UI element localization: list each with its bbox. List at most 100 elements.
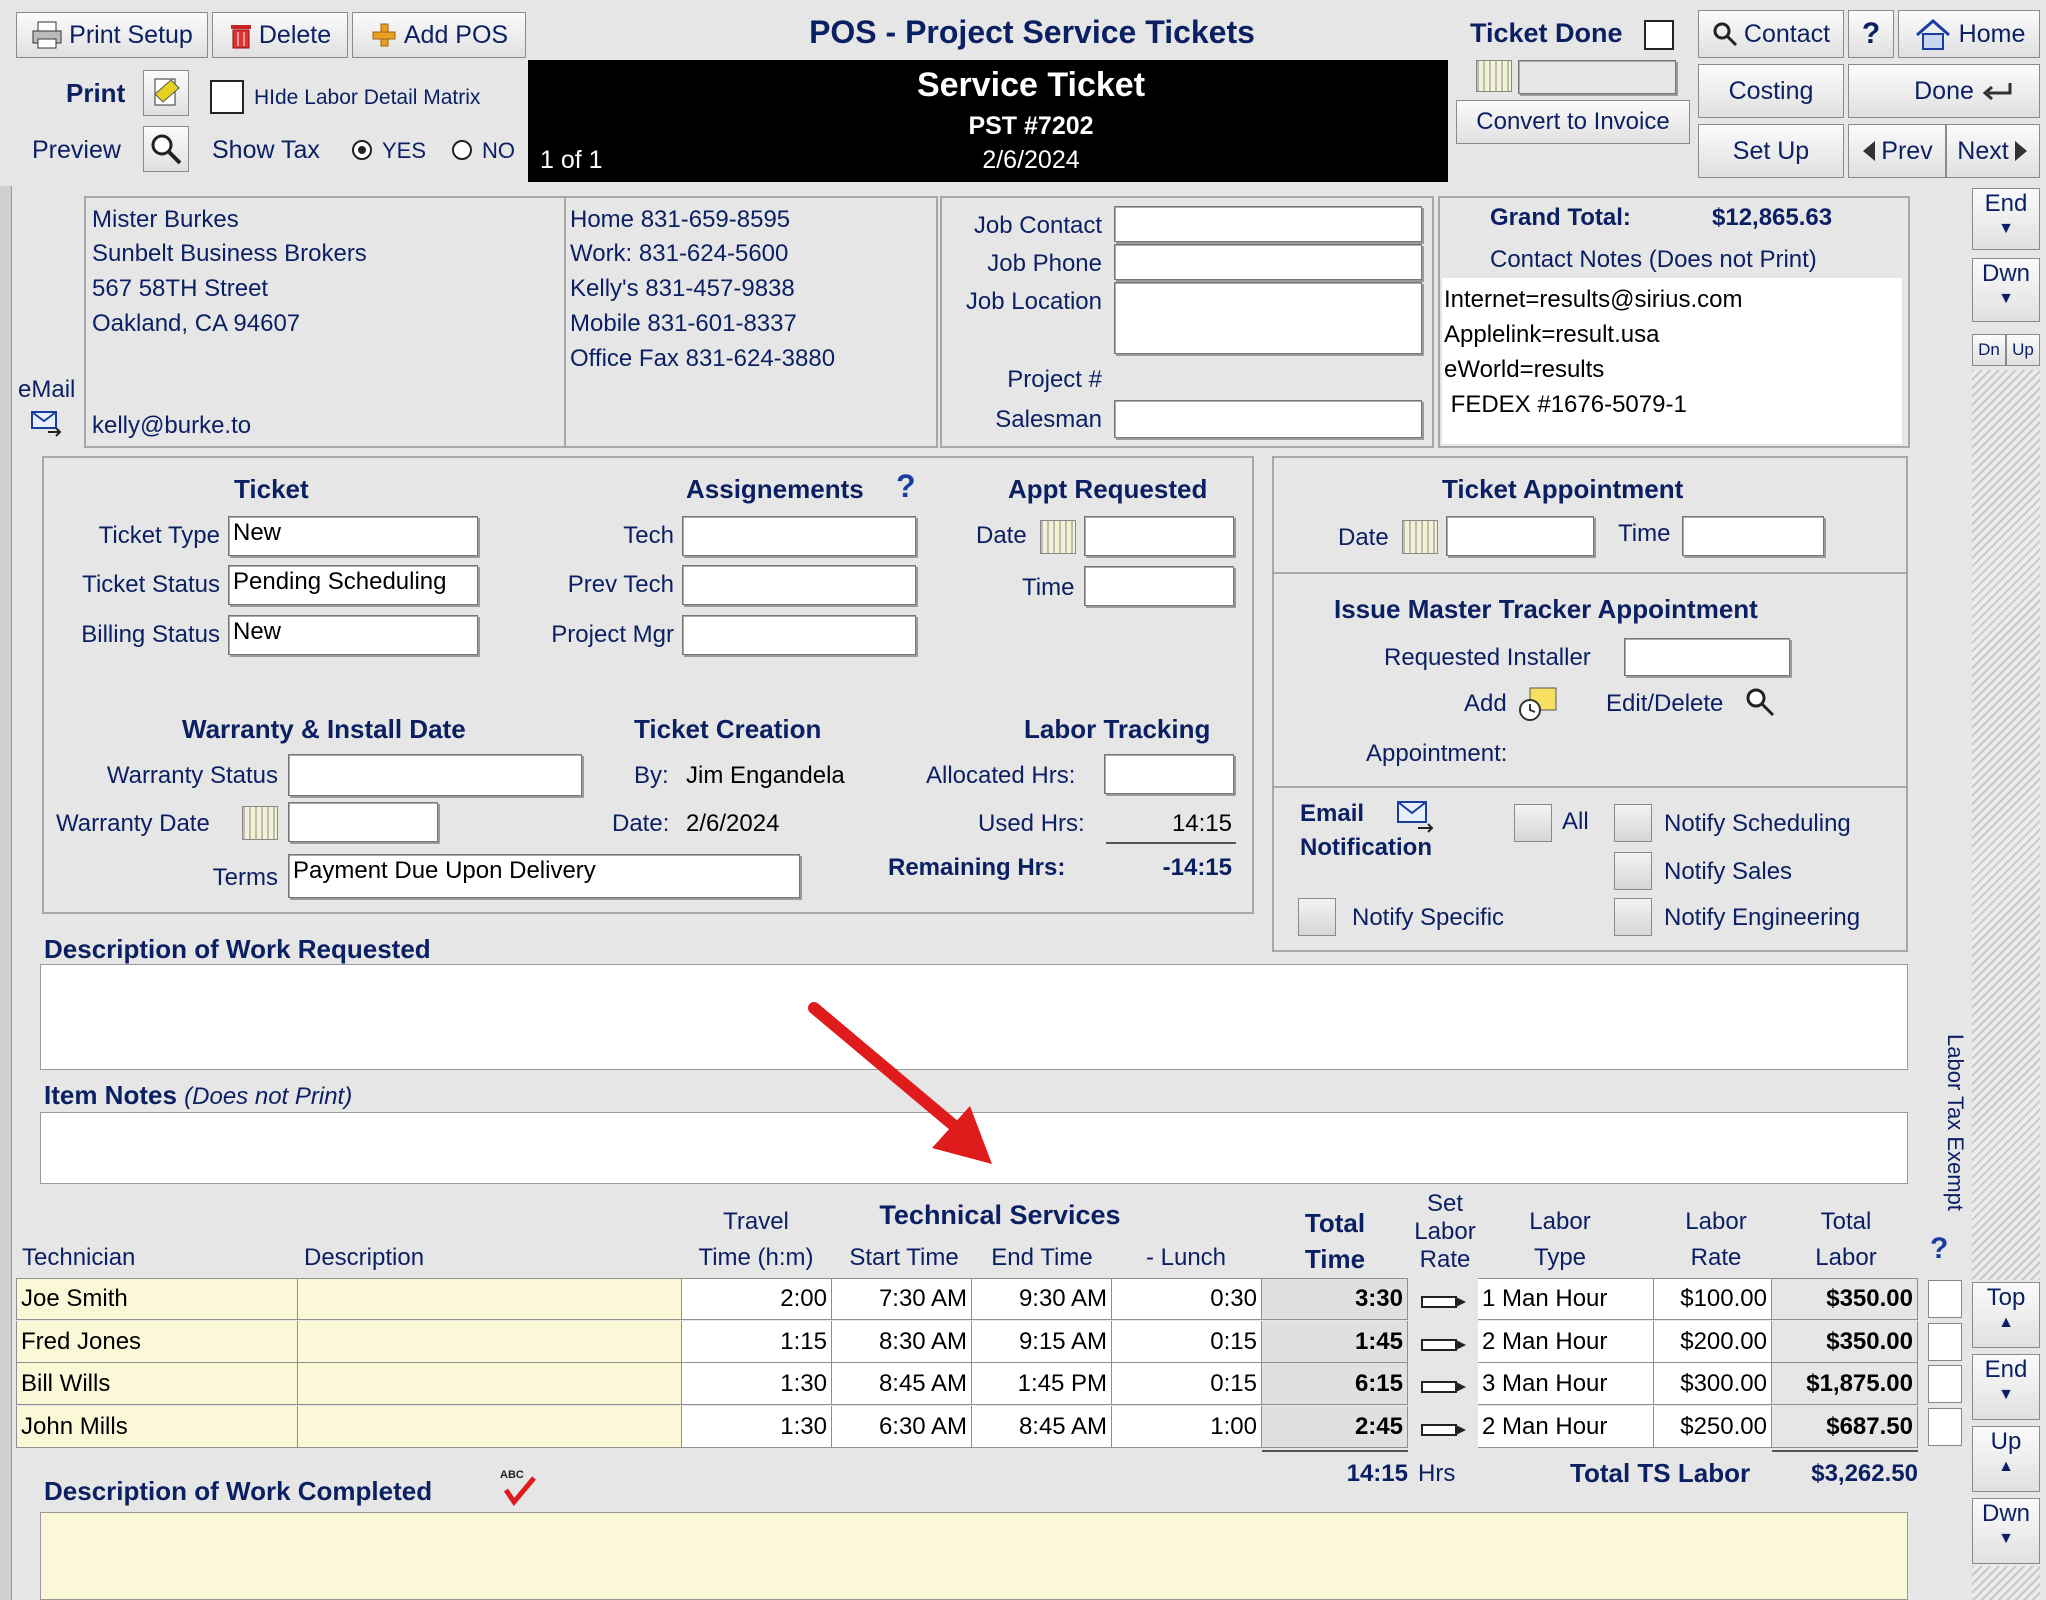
scroll-end-button[interactable]: End ▼ [1972,188,2040,250]
notify-all-checkbox[interactable] [1514,804,1552,842]
total-labor-cell[interactable]: $350.00 [1772,1321,1918,1363]
project-mgr-field[interactable] [682,615,916,655]
ticket-type-field[interactable]: New [228,516,478,556]
travel-time-cell[interactable]: 1:30 [682,1406,832,1448]
ticket-status-field[interactable]: Pending Scheduling [228,565,478,605]
job-phone-field[interactable] [1114,244,1422,280]
lunch-cell[interactable]: 1:00 [1112,1406,1262,1448]
delete-button[interactable]: Delete [212,12,348,58]
billing-status-field[interactable]: New [228,615,478,655]
travel-time-cell[interactable]: 2:00 [682,1278,832,1320]
lunch-cell[interactable]: 0:30 [1112,1278,1262,1320]
convert-to-invoice-button[interactable]: Convert to Invoice [1456,100,1690,144]
appt-date-field[interactable] [1084,516,1234,556]
ticket-appt-time-field[interactable] [1682,516,1824,556]
calendar-icon[interactable] [242,806,278,840]
description-cell[interactable] [298,1278,682,1320]
preview-button[interactable] [143,126,189,172]
labor-type-cell[interactable]: 2 Man Hour [1478,1321,1654,1363]
labor-rate-cell[interactable]: $250.00 [1654,1406,1772,1448]
hide-labor-checkbox[interactable] [210,80,244,114]
help-button[interactable]: ? [1848,10,1894,58]
total-time-cell[interactable]: 6:15 [1262,1363,1408,1405]
start-time-cell[interactable]: 6:30 AM [832,1406,972,1448]
table-dwn-button[interactable]: Dwn ▼ [1972,1498,2040,1564]
notify-sales-checkbox[interactable] [1614,852,1652,890]
work-completed-textarea[interactable] [40,1512,1908,1600]
table-top-button[interactable]: Top ▲ [1972,1282,2040,1348]
appt-time-field[interactable] [1084,566,1234,606]
ticket-done-date-field[interactable] [1518,60,1676,94]
requested-installer-field[interactable] [1624,638,1790,676]
notify-specific-checkbox[interactable] [1298,898,1336,936]
technician-cell[interactable]: Joe Smith [16,1278,298,1320]
allocated-hours-field[interactable] [1104,754,1234,794]
tax-exempt-checkbox[interactable] [1928,1408,1962,1446]
help-icon[interactable]: ? [896,468,916,505]
technician-cell[interactable]: John Mills [16,1406,298,1448]
warranty-status-field[interactable] [288,754,582,796]
pencil-icon[interactable] [1420,1333,1468,1351]
description-cell[interactable] [298,1406,682,1448]
description-cell[interactable] [298,1321,682,1363]
labor-type-cell[interactable]: 1 Man Hour [1478,1278,1654,1320]
labor-type-cell[interactable]: 2 Man Hour [1478,1406,1654,1448]
tax-yes-radio[interactable] [352,140,372,160]
total-labor-cell[interactable]: $350.00 [1772,1278,1918,1320]
tax-exempt-checkbox[interactable] [1928,1280,1962,1318]
home-button[interactable]: Home [1898,10,2040,58]
lunch-cell[interactable]: 0:15 [1112,1321,1262,1363]
end-time-cell[interactable]: 8:45 AM [972,1406,1112,1448]
pencil-icon[interactable] [1420,1418,1468,1436]
prev-tech-field[interactable] [682,565,916,605]
print-setup-button[interactable]: Print Setup [16,12,208,58]
end-time-cell[interactable]: 1:45 PM [972,1363,1112,1405]
costing-button[interactable]: Costing [1698,64,1844,118]
job-location-field[interactable] [1114,282,1422,354]
search-icon[interactable] [1744,686,1776,718]
calendar-icon[interactable] [1402,520,1438,554]
add-pos-button[interactable]: Add POS [352,12,526,58]
email-send-icon[interactable] [30,408,64,438]
calendar-icon[interactable] [1040,520,1076,554]
prev-button[interactable]: Prev [1848,124,1946,178]
pencil-icon[interactable] [1420,1375,1468,1393]
table-end-button[interactable]: End ▼ [1972,1354,2040,1420]
labor-rate-cell[interactable]: $100.00 [1654,1278,1772,1320]
scroll-track[interactable] [1972,370,2040,1280]
total-time-cell[interactable]: 1:45 [1262,1321,1408,1363]
description-cell[interactable] [298,1363,682,1405]
start-time-cell[interactable]: 7:30 AM [832,1278,972,1320]
labor-type-cell[interactable]: 3 Man Hour [1478,1363,1654,1405]
ticket-appt-date-field[interactable] [1446,516,1594,556]
scroll-dwn-button[interactable]: Dwn ▼ [1972,258,2040,322]
start-time-cell[interactable]: 8:45 AM [832,1363,972,1405]
scroll-dn-small-button[interactable]: Dn [1972,334,2006,366]
calendar-icon[interactable] [1476,60,1512,92]
tech-field[interactable] [682,516,916,556]
help-icon[interactable]: ? [1930,1232,1948,1266]
setup-button[interactable]: Set Up [1698,124,1844,178]
travel-time-cell[interactable]: 1:15 [682,1321,832,1363]
notify-engineering-checkbox[interactable] [1614,898,1652,936]
lunch-cell[interactable]: 0:15 [1112,1363,1262,1405]
terms-field[interactable]: Payment Due Upon Delivery [288,854,800,898]
technician-cell[interactable]: Fred Jones [16,1321,298,1363]
salesman-field[interactable] [1114,400,1422,438]
total-labor-cell[interactable]: $1,875.00 [1772,1363,1918,1405]
labor-rate-cell[interactable]: $300.00 [1654,1363,1772,1405]
warranty-date-field[interactable] [288,802,438,842]
end-time-cell[interactable]: 9:15 AM [972,1321,1112,1363]
tax-no-radio[interactable] [452,140,472,160]
print-button[interactable] [143,70,189,116]
next-button[interactable]: Next [1946,124,2040,178]
total-time-cell[interactable]: 3:30 [1262,1278,1408,1320]
total-time-cell[interactable]: 2:45 [1262,1406,1408,1448]
travel-time-cell[interactable]: 1:30 [682,1363,832,1405]
ticket-done-checkbox[interactable] [1644,20,1674,50]
add-appointment-icon[interactable] [1516,684,1560,722]
job-contact-field[interactable] [1114,206,1422,242]
total-labor-cell[interactable]: $687.50 [1772,1406,1918,1448]
tax-exempt-checkbox[interactable] [1928,1365,1962,1403]
email-send-icon[interactable] [1396,798,1436,836]
